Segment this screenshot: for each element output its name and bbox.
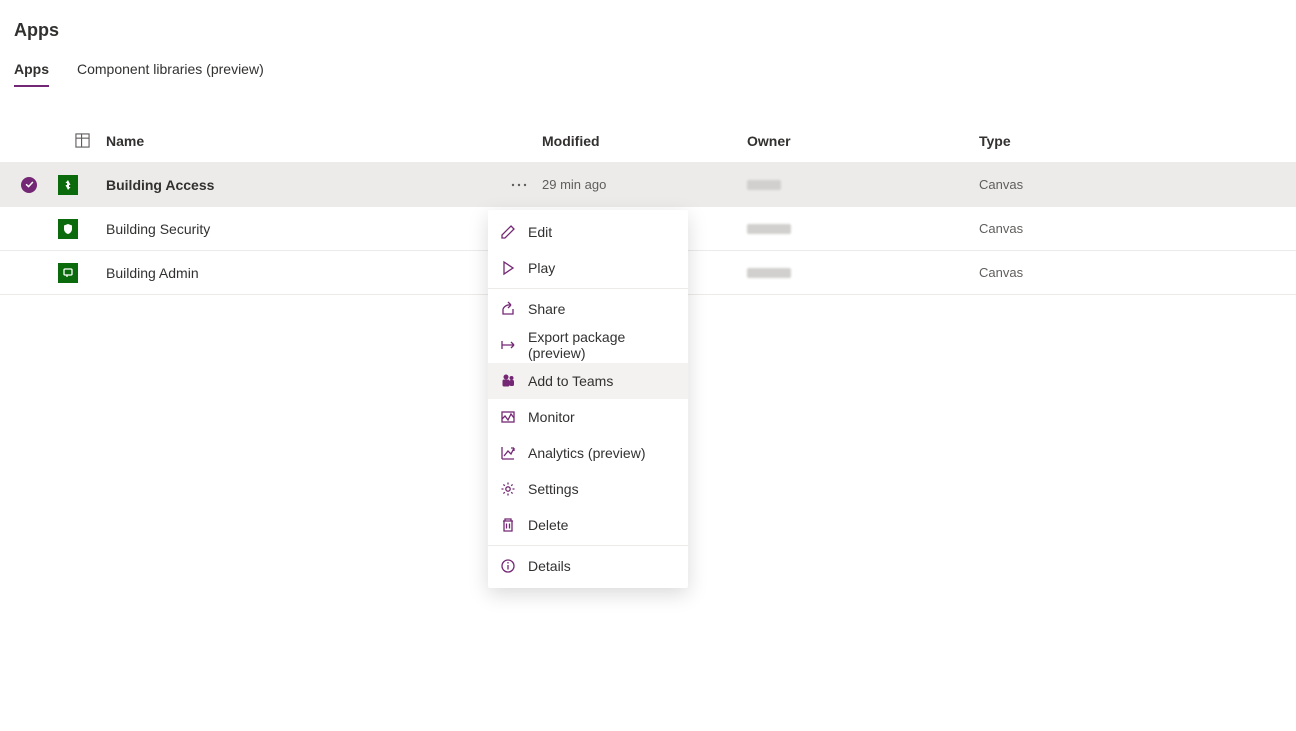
- col-name[interactable]: Name: [106, 133, 496, 149]
- app-name[interactable]: Building Admin: [106, 265, 496, 281]
- menu-add-to-teams[interactable]: Add to Teams: [488, 363, 688, 399]
- col-modified[interactable]: Modified: [542, 133, 747, 149]
- app-name[interactable]: Building Access: [106, 177, 496, 193]
- play-icon: [500, 260, 516, 276]
- app-icon: [58, 263, 78, 283]
- table-header: Name Modified Owner Type: [0, 119, 1296, 163]
- menu-label: Analytics (preview): [528, 445, 645, 461]
- menu-settings[interactable]: Settings: [488, 471, 688, 507]
- menu-play[interactable]: Play: [488, 250, 688, 286]
- menu-label: Edit: [528, 224, 552, 240]
- table-row[interactable]: Building Access 29 min ago Canvas: [0, 163, 1296, 207]
- monitor-icon: [500, 409, 516, 425]
- menu-monitor[interactable]: Monitor: [488, 399, 688, 435]
- tab-apps[interactable]: Apps: [14, 61, 49, 87]
- type-cell: Canvas: [979, 177, 1279, 192]
- type-cell: Canvas: [979, 221, 1279, 236]
- menu-delete[interactable]: Delete: [488, 507, 688, 543]
- menu-label: Delete: [528, 517, 568, 533]
- owner-cell: [747, 268, 979, 278]
- menu-label: Details: [528, 558, 571, 574]
- teams-icon: [500, 373, 516, 389]
- row-select[interactable]: [0, 177, 58, 193]
- column-picker-icon[interactable]: [58, 133, 106, 148]
- menu-label: Add to Teams: [528, 373, 613, 389]
- menu-edit[interactable]: Edit: [488, 214, 688, 250]
- menu-label: Export package (preview): [528, 329, 676, 361]
- menu-label: Settings: [528, 481, 579, 497]
- gear-icon: [500, 481, 516, 497]
- page-title: Apps: [0, 0, 1296, 61]
- menu-label: Monitor: [528, 409, 575, 425]
- owner-cell: [747, 224, 979, 234]
- col-owner[interactable]: Owner: [747, 133, 979, 149]
- analytics-icon: [500, 445, 516, 461]
- info-icon: [500, 558, 516, 574]
- selected-indicator-icon: [21, 177, 37, 193]
- menu-separator: [488, 545, 688, 546]
- menu-analytics[interactable]: Analytics (preview): [488, 435, 688, 471]
- owner-cell: [747, 180, 979, 190]
- modified-cell: 29 min ago: [542, 177, 747, 192]
- col-type[interactable]: Type: [979, 133, 1279, 149]
- menu-export[interactable]: Export package (preview): [488, 327, 688, 363]
- menu-separator: [488, 288, 688, 289]
- app-icon: [58, 175, 78, 195]
- menu-details[interactable]: Details: [488, 548, 688, 584]
- share-icon: [500, 301, 516, 317]
- tabs: Apps Component libraries (preview): [0, 61, 1296, 87]
- app-name[interactable]: Building Security: [106, 221, 496, 237]
- tab-component-libraries[interactable]: Component libraries (preview): [77, 61, 264, 87]
- type-cell: Canvas: [979, 265, 1279, 280]
- menu-label: Play: [528, 260, 555, 276]
- export-icon: [500, 337, 516, 353]
- trash-icon: [500, 517, 516, 533]
- pencil-icon: [500, 224, 516, 240]
- menu-share[interactable]: Share: [488, 291, 688, 327]
- app-icon: [58, 219, 78, 239]
- more-actions-button[interactable]: [496, 183, 542, 187]
- menu-label: Share: [528, 301, 565, 317]
- context-menu: Edit Play Share Export package (preview)…: [488, 210, 688, 588]
